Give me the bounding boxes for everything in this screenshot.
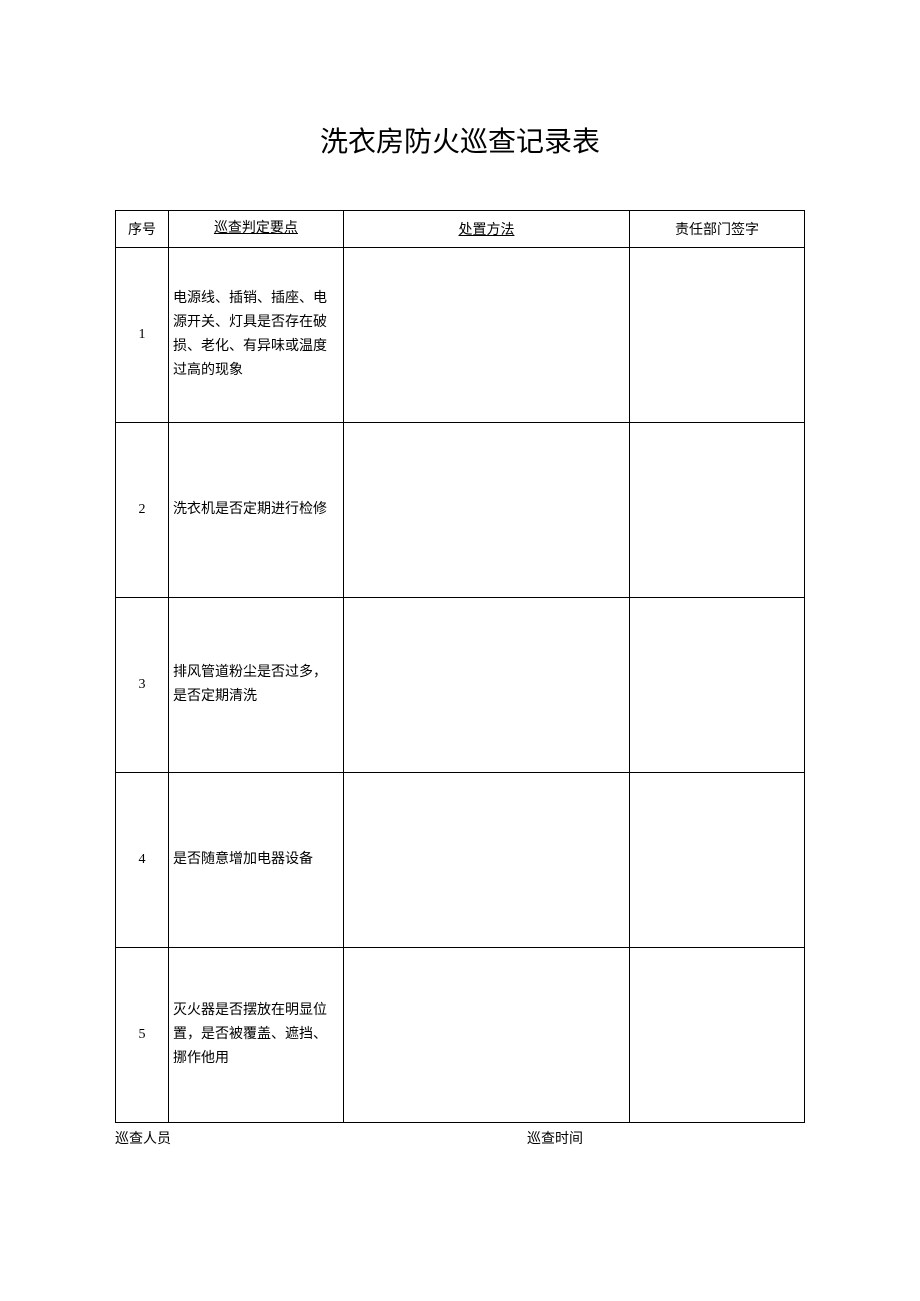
table-container: 序号 巡查判定要点 处置方法 责任部门签字 1 电源线、插销、插座、电源开关、灯…	[115, 210, 805, 1123]
table-row: 3 排风管道粉尘是否过多，是否定期清洗	[116, 597, 805, 772]
cell-method	[343, 247, 629, 422]
cell-index: 3	[116, 597, 169, 772]
cell-index: 2	[116, 422, 169, 597]
header-point: 巡查判定要点	[169, 211, 344, 248]
header-method: 处置方法	[343, 211, 629, 248]
cell-sign	[630, 597, 805, 772]
cell-point: 电源线、插销、插座、电源开关、灯具是否存在破损、老化、有异味或温度过高的现象	[169, 247, 344, 422]
header-sign: 责任部门签字	[630, 211, 805, 248]
footer-time-label: 巡查时间	[527, 1128, 583, 1148]
cell-index: 1	[116, 247, 169, 422]
cell-method	[343, 947, 629, 1122]
footer-inspector-label: 巡查人员	[115, 1128, 171, 1148]
table-row: 1 电源线、插销、插座、电源开关、灯具是否存在破损、老化、有异味或温度过高的现象	[116, 247, 805, 422]
cell-sign	[630, 422, 805, 597]
cell-point: 灭火器是否摆放在明显位置，是否被覆盖、遮挡、挪作他用	[169, 947, 344, 1122]
header-index: 序号	[116, 211, 169, 248]
cell-index: 4	[116, 772, 169, 947]
cell-method	[343, 772, 629, 947]
cell-method	[343, 597, 629, 772]
cell-point: 是否随意增加电器设备	[169, 772, 344, 947]
cell-sign	[630, 247, 805, 422]
cell-sign	[630, 947, 805, 1122]
cell-point: 排风管道粉尘是否过多，是否定期清洗	[169, 597, 344, 772]
page-title: 洗衣房防火巡查记录表	[0, 0, 920, 210]
table-row: 2 洗衣机是否定期进行检修	[116, 422, 805, 597]
table-row: 4 是否随意增加电器设备	[116, 772, 805, 947]
header-row: 序号 巡查判定要点 处置方法 责任部门签字	[116, 211, 805, 248]
table-row: 5 灭火器是否摆放在明显位置，是否被覆盖、遮挡、挪作他用	[116, 947, 805, 1122]
cell-index: 5	[116, 947, 169, 1122]
cell-sign	[630, 772, 805, 947]
inspection-table: 序号 巡查判定要点 处置方法 责任部门签字 1 电源线、插销、插座、电源开关、灯…	[115, 210, 805, 1123]
cell-method	[343, 422, 629, 597]
cell-point: 洗衣机是否定期进行检修	[169, 422, 344, 597]
